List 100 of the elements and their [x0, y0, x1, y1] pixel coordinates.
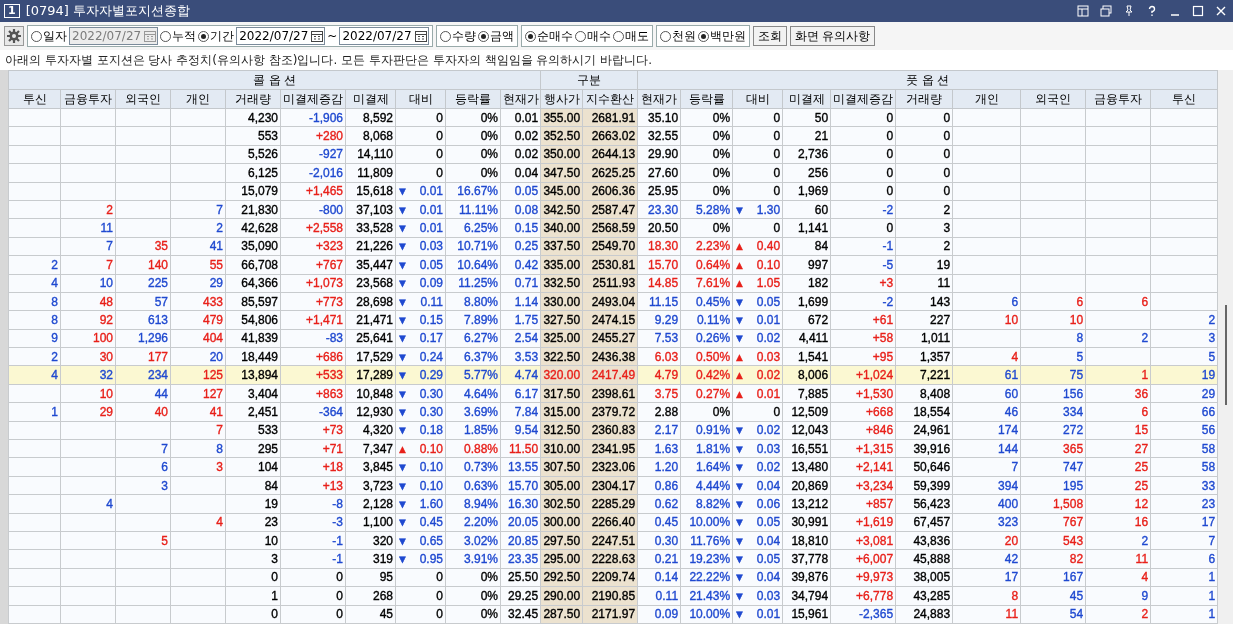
- pin-icon[interactable]: [1123, 5, 1135, 17]
- cell-value: 15.70: [508, 478, 539, 493]
- radio-option[interactable]: 천원: [659, 27, 696, 45]
- cell-value: 0.04: [756, 533, 781, 548]
- radio-label[interactable]: 금액: [489, 27, 514, 45]
- change-arrow: ▼: [397, 460, 408, 476]
- radio-label[interactable]: 일자: [43, 27, 67, 45]
- radio-label[interactable]: 누적: [172, 27, 197, 45]
- table-cell: 0.02: [500, 145, 541, 164]
- radio-dot[interactable]: [524, 30, 536, 42]
- radio-label[interactable]: 천원: [671, 27, 696, 45]
- table-cell: 0%: [680, 163, 733, 183]
- table-cell: 143: [895, 292, 953, 311]
- radio-dot[interactable]: [659, 30, 671, 42]
- radio-option[interactable]: 순매수: [524, 27, 573, 45]
- table-cell: [170, 145, 226, 164]
- toolbar-button[interactable]: 조회: [752, 26, 787, 46]
- cell-value: 0.11: [420, 294, 443, 309]
- table-cell: 45: [345, 605, 396, 624]
- close-icon[interactable]: [1215, 5, 1227, 17]
- radio-option[interactable]: 백만원: [697, 27, 746, 45]
- table-cell: 18,449: [225, 347, 281, 366]
- toolbar-button[interactable]: 화면 유의사항: [789, 26, 876, 46]
- scrollbar[interactable]: [1218, 70, 1233, 624]
- cell-value: -2,365: [859, 607, 894, 622]
- radio-dot[interactable]: [612, 30, 624, 42]
- table-cell: [8, 108, 61, 127]
- table-cell: [8, 605, 61, 624]
- table-cell: 11: [895, 274, 953, 293]
- table-cell: 2,128: [345, 494, 396, 514]
- date-field[interactable]: 2022/07/27: [339, 27, 429, 45]
- change-arrow: ▼: [397, 349, 408, 365]
- table-cell: 15,079: [225, 182, 281, 201]
- cell-value: 8: [51, 294, 58, 309]
- table-cell: [952, 126, 1021, 146]
- cell-value: 8.82%: [696, 496, 731, 511]
- cell-value: 144: [998, 441, 1019, 456]
- cell-value: 60: [1004, 386, 1019, 401]
- radio-label[interactable]: 순매수: [536, 27, 573, 45]
- table-cell: 1: [225, 586, 281, 606]
- radio-label[interactable]: 백만원: [709, 27, 746, 45]
- cell-value: 1.14: [514, 294, 539, 309]
- table-cell: [1150, 126, 1218, 146]
- table-cell: [170, 108, 226, 127]
- table-cell: 0: [895, 182, 953, 201]
- radio-dot[interactable]: [31, 30, 42, 42]
- cell-value: 2: [51, 257, 58, 272]
- radio-dot[interactable]: [574, 30, 586, 42]
- cell-value: 8: [216, 441, 223, 456]
- table-cell: [8, 145, 61, 164]
- help-icon[interactable]: [1146, 5, 1158, 17]
- cell-value: 2: [216, 221, 223, 236]
- cell-value: 0.86: [654, 478, 679, 493]
- radio-option[interactable]: 매수: [574, 27, 611, 45]
- radio-dot[interactable]: [439, 30, 451, 42]
- radio-option[interactable]: 기간: [198, 27, 235, 45]
- calendar-icon[interactable]: [310, 29, 325, 43]
- table-cell: 0%: [680, 402, 733, 422]
- layout-icon[interactable]: [1077, 5, 1089, 17]
- cell-value: +767: [315, 257, 343, 272]
- cell-value: +533: [315, 368, 343, 383]
- radio-option[interactable]: 누적: [160, 27, 197, 45]
- table-cell: 0: [895, 126, 953, 146]
- radio-label[interactable]: 수량: [451, 27, 476, 45]
- radio-option[interactable]: 매도: [612, 27, 649, 45]
- cell-value: +95: [872, 349, 894, 364]
- radio-dot[interactable]: [697, 30, 709, 42]
- radio-dot[interactable]: [198, 30, 210, 42]
- change-arrow: ▼: [397, 313, 408, 328]
- cell-value: 0.06: [756, 496, 781, 511]
- radio-label[interactable]: 매수: [586, 27, 611, 45]
- table-cell: [170, 163, 226, 183]
- table-cell: [1020, 182, 1086, 201]
- cell-value: 0.64%: [696, 257, 731, 272]
- cell-value: 2: [51, 349, 58, 364]
- change-arrow: ▲: [734, 239, 745, 255]
- table-cell: 13,212: [782, 494, 831, 514]
- table-cell: 25,641: [345, 329, 396, 348]
- table-cell: 0: [830, 182, 896, 201]
- cell-value: 167: [1063, 570, 1084, 585]
- table-cell: 10: [225, 531, 281, 550]
- radio-option[interactable]: 수량: [439, 27, 476, 45]
- cell-value: 1,508: [1053, 496, 1084, 511]
- table-cell: 21,226: [345, 237, 396, 256]
- calendar-icon[interactable]: [413, 29, 428, 43]
- settings-button[interactable]: [4, 26, 24, 46]
- maximize-icon[interactable]: [1192, 5, 1204, 17]
- radio-dot[interactable]: [477, 30, 489, 42]
- radio-option[interactable]: 금액: [477, 27, 514, 45]
- table-cell: 15,961: [782, 605, 831, 624]
- table-cell: 21,830: [225, 200, 281, 219]
- cell-value: 543: [1063, 533, 1084, 548]
- radio-dot[interactable]: [160, 30, 172, 42]
- radio-option[interactable]: 일자: [31, 27, 67, 45]
- radio-label[interactable]: 기간: [210, 27, 235, 45]
- copy-icon[interactable]: [1100, 5, 1112, 17]
- radio-label[interactable]: 매도: [624, 27, 649, 45]
- date-field[interactable]: 2022/07/27: [236, 27, 326, 45]
- table-cell: [60, 145, 116, 164]
- table-cell: 84: [782, 237, 831, 256]
